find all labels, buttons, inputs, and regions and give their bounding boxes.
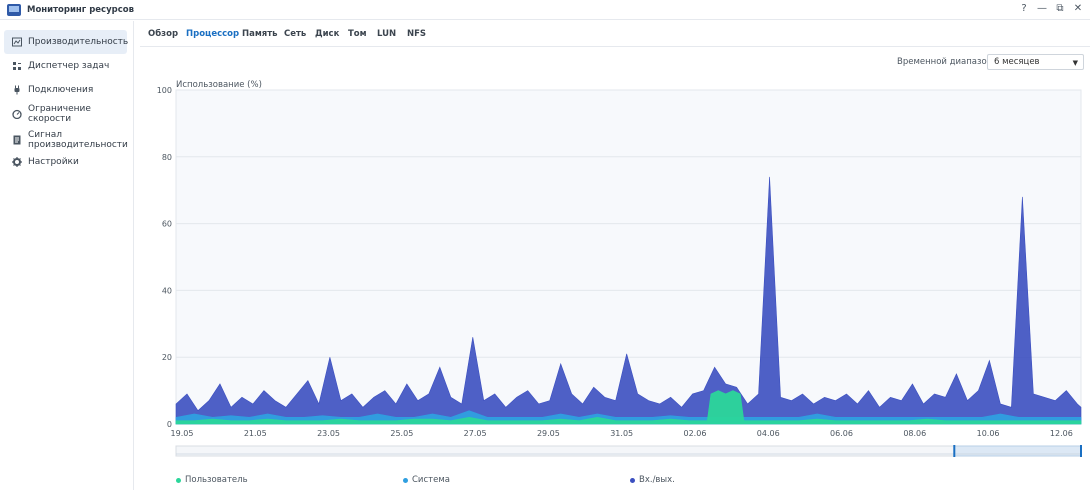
y-tick-label: 20	[162, 353, 172, 362]
minimize-button[interactable]: —	[1036, 2, 1048, 16]
connections-icon	[14, 85, 20, 95]
sidebar-item-settings[interactable]: Настройки	[4, 150, 127, 174]
x-tick-label: 23.05	[317, 429, 340, 438]
x-tick-label: 29.05	[537, 429, 560, 438]
y-axis-label: Использование (%)	[176, 80, 262, 90]
navigator-track	[175, 445, 1082, 457]
chevron-down-icon: ▼	[1072, 59, 1078, 67]
legend-system[interactable]: Система	[403, 475, 450, 485]
x-tick-label: 02.06	[684, 429, 707, 438]
sidebar-item-performance[interactable]: Производительность	[4, 30, 129, 54]
alert-icon	[13, 135, 21, 145]
x-tick-label: 10.06	[977, 429, 1000, 438]
sidebar: Производительность Диспетчер задач Подкл…	[0, 21, 134, 490]
performance-icon	[12, 37, 22, 47]
tab-network[interactable]: Сеть	[284, 29, 306, 39]
sidebar-item-speed-limit[interactable]: Ограничение скорости	[4, 102, 127, 126]
y-tick-label: 100	[157, 86, 172, 95]
navigator-selection	[953, 445, 1082, 457]
y-tick-label: 40	[162, 286, 172, 295]
legend-user-label: Пользователь	[185, 475, 248, 485]
tab-disk[interactable]: Диск	[315, 29, 339, 39]
sidebar-item-label: Производительность	[28, 37, 129, 47]
sidebar-item-label: Сигнал производительности	[28, 130, 128, 150]
tab-bar: Обзор Процессор Память Сеть Диск Том LUN…	[140, 21, 1090, 47]
tab-overview[interactable]: Обзор	[148, 29, 178, 39]
y-tick-label: 0	[167, 420, 172, 429]
x-tick-label: 21.05	[244, 429, 267, 438]
sidebar-item-task-manager[interactable]: Диспетчер задач	[4, 54, 127, 78]
time-range-label: Временной диапазон:	[897, 57, 996, 67]
restore-button[interactable]: ⧉	[1054, 2, 1066, 16]
tab-memory[interactable]: Память	[242, 29, 278, 39]
app-icon	[7, 3, 21, 16]
legend-io-dot	[630, 477, 635, 483]
legend-system-label: Система	[412, 475, 450, 485]
sidebar-item-connections[interactable]: Подключения	[4, 78, 127, 102]
x-tick-label: 06.06	[830, 429, 853, 438]
legend-io[interactable]: Вх./вых.	[630, 475, 675, 485]
cpu-usage-chart: 0 20 40 60 80 100 Использование (%) 19.05 21.05 2…	[157, 80, 1082, 457]
x-tick-label: 08.06	[903, 429, 926, 438]
tab-volume[interactable]: Том	[348, 29, 367, 39]
speed-limit-icon	[12, 109, 22, 119]
gear-icon	[12, 157, 22, 167]
legend-user[interactable]: Пользователь	[176, 475, 248, 485]
app-title: Мониторинг ресурсов	[27, 4, 134, 15]
x-tick-label: 25.05	[390, 429, 413, 438]
tab-cpu[interactable]: Процессор	[186, 29, 239, 39]
time-range-value: 6 месяцев	[994, 57, 1040, 67]
tab-lun[interactable]: LUN	[377, 29, 396, 39]
legend-user-dot	[176, 477, 181, 483]
x-tick-label: 04.06	[757, 429, 780, 438]
resource-monitor-window: Мониторинг ресурсов ? — ⧉ ✕ Производител…	[0, 0, 1090, 490]
sidebar-item-label: Ограничение скорости	[28, 104, 91, 124]
y-tick-label: 80	[162, 153, 172, 162]
x-tick-label: 27.05	[464, 429, 487, 438]
x-tick-label: 12.06	[1050, 429, 1073, 438]
navigator-handle-left	[953, 445, 956, 457]
time-range-select[interactable]: 6 месяцев ▼	[987, 54, 1084, 70]
x-tick-label: 19.05	[171, 429, 194, 438]
task-manager-icon	[13, 62, 21, 70]
sidebar-item-label: Настройки	[28, 157, 79, 167]
sidebar-item-label: Диспетчер задач	[28, 61, 110, 71]
y-tick-label: 60	[162, 220, 172, 229]
navigator-handle-right	[1080, 445, 1082, 457]
tab-nfs[interactable]: NFS	[407, 29, 426, 39]
legend-io-label: Вх./вых.	[639, 475, 675, 485]
x-tick-label: 31.05	[610, 429, 633, 438]
close-button[interactable]: ✕	[1072, 2, 1084, 16]
help-button[interactable]: ?	[1018, 2, 1030, 16]
sidebar-item-label: Подключения	[28, 85, 94, 95]
legend-system-dot	[403, 477, 408, 483]
title-bar: Мониторинг ресурсов ? — ⧉ ✕	[0, 0, 1090, 20]
window-controls: ? — ⧉ ✕	[1018, 2, 1084, 16]
